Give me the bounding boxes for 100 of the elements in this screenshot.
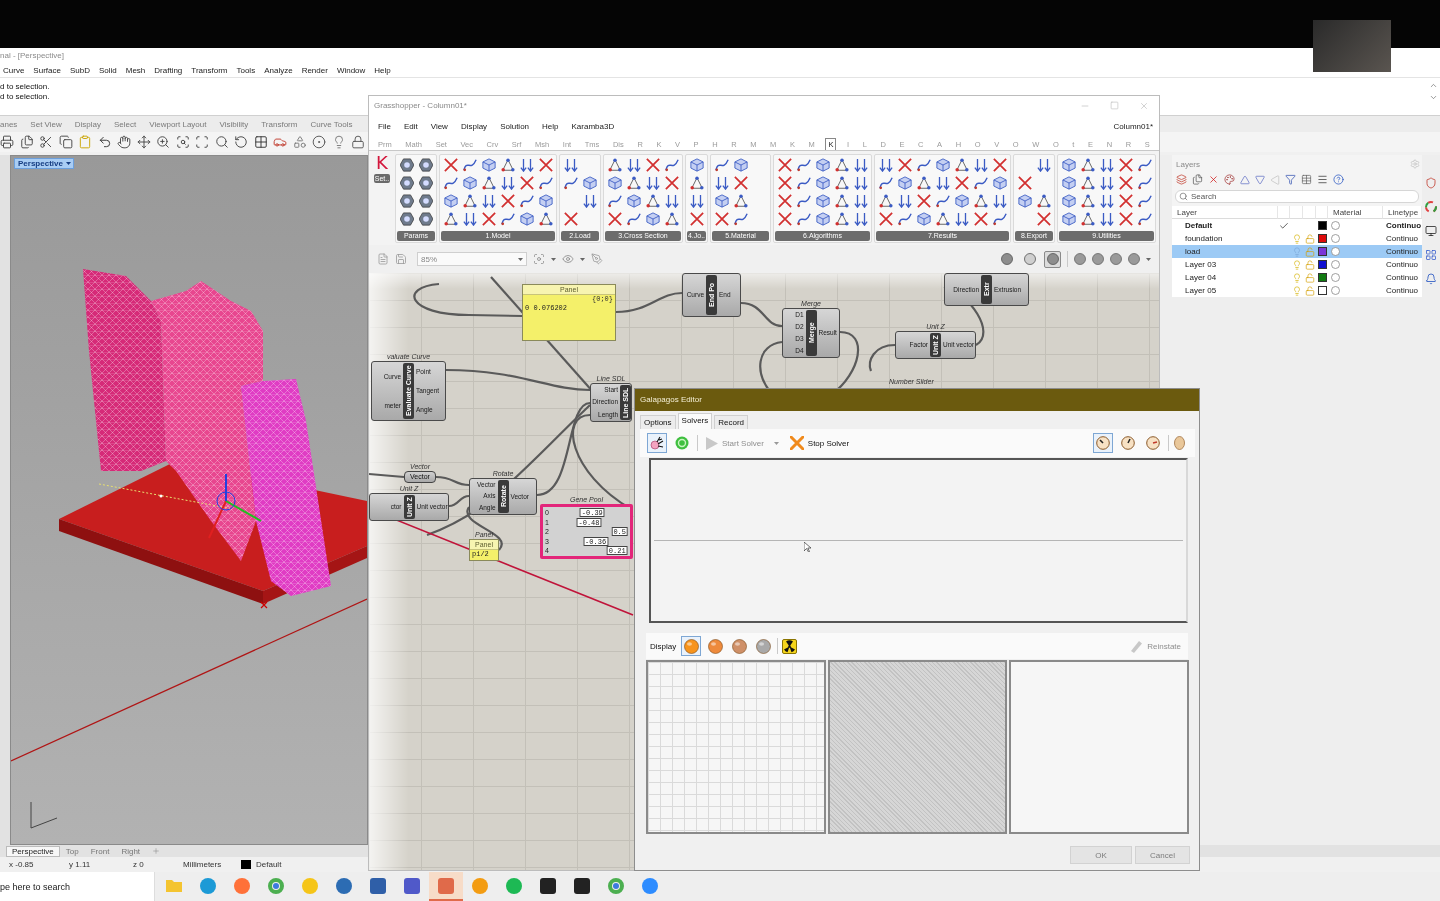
menu-item[interactable]: Curve <box>3 65 25 75</box>
printer-icon[interactable] <box>0 135 14 149</box>
rotate-icon[interactable] <box>234 135 248 149</box>
cross-icon[interactable] <box>563 212 578 226</box>
caret-icon[interactable] <box>551 257 556 261</box>
hexagon-icon[interactable] <box>418 158 433 172</box>
status-text[interactable]: Default <box>256 860 296 869</box>
cube-icon[interactable] <box>481 158 496 172</box>
grid-icon[interactable] <box>1425 249 1437 261</box>
toolbar-tab[interactable]: anes <box>0 119 18 129</box>
help-icon[interactable] <box>1333 174 1344 185</box>
cross-icon[interactable] <box>1118 158 1133 172</box>
network-icon[interactable] <box>733 194 748 208</box>
hexagon-icon[interactable] <box>399 158 414 172</box>
scissors-icon[interactable] <box>39 135 53 149</box>
move-icon[interactable] <box>136 135 151 149</box>
cube-icon[interactable] <box>462 176 477 190</box>
filter-icon[interactable] <box>1285 174 1296 185</box>
color-swatch[interactable] <box>1317 234 1327 243</box>
cross-icon[interactable] <box>1118 212 1133 226</box>
cube-icon[interactable] <box>645 212 660 226</box>
curve-icon[interactable] <box>462 158 477 172</box>
viewport-title[interactable]: Perspective <box>14 158 74 169</box>
toolbar-tab[interactable]: Select <box>114 119 137 129</box>
shapes-icon[interactable] <box>292 135 307 149</box>
arrows-icon[interactable] <box>853 158 868 172</box>
arrows-icon[interactable] <box>935 176 950 190</box>
cross-icon[interactable] <box>777 194 792 208</box>
zoom-field[interactable]: 85% <box>417 252 527 266</box>
tab[interactable]: Solvers <box>677 413 713 429</box>
toolbar-tab[interactable]: Visibility <box>219 119 249 129</box>
hexagon-icon[interactable] <box>399 176 414 190</box>
copy-icon[interactable] <box>58 135 73 149</box>
toolbar-tab[interactable]: Viewport Layout <box>149 119 207 129</box>
cube-icon[interactable] <box>1061 194 1076 208</box>
curve-icon[interactable] <box>500 212 515 226</box>
network-icon[interactable] <box>916 176 931 190</box>
arrows-icon[interactable] <box>481 194 496 208</box>
arrows-icon[interactable] <box>1099 176 1114 190</box>
car-icon[interactable] <box>273 135 287 149</box>
network-icon[interactable] <box>1080 212 1095 226</box>
arrows-icon[interactable] <box>519 158 534 172</box>
search-icon[interactable] <box>1179 192 1188 201</box>
arrows-icon[interactable] <box>582 194 597 208</box>
cube-icon[interactable] <box>815 194 830 208</box>
cross-icon[interactable] <box>992 158 1007 172</box>
cross-icon[interactable] <box>607 212 622 226</box>
curve-icon[interactable] <box>796 194 811 208</box>
cross-icon[interactable] <box>714 212 729 226</box>
palette-icon[interactable] <box>1224 174 1235 185</box>
egg-icon[interactable] <box>1174 436 1185 450</box>
tab[interactable]: Record <box>714 415 749 429</box>
cube-icon[interactable] <box>714 194 729 208</box>
cube-icon[interactable] <box>954 194 969 208</box>
app-icon[interactable] <box>574 877 590 894</box>
network-icon[interactable] <box>645 194 660 208</box>
network-icon[interactable] <box>834 194 849 208</box>
clipboard-icon[interactable] <box>78 135 92 149</box>
toolbar-tab[interactable]: Curve Tools <box>310 119 353 129</box>
hexagon-icon[interactable] <box>399 212 414 226</box>
cross-icon[interactable] <box>538 158 553 172</box>
toolbar-tab[interactable]: Transform <box>261 119 298 129</box>
curve-icon[interactable] <box>1137 212 1152 226</box>
color-swatch[interactable] <box>1317 260 1327 269</box>
color-wheel-icon[interactable] <box>1425 201 1437 213</box>
network-icon[interactable] <box>500 158 515 172</box>
viewport-tab[interactable]: Right <box>115 845 147 857</box>
curve-icon[interactable] <box>1137 158 1152 172</box>
menu-item[interactable]: Edit <box>403 121 418 131</box>
curve-icon[interactable] <box>796 158 811 172</box>
network-icon[interactable] <box>443 212 458 226</box>
cube-icon[interactable] <box>1061 212 1076 226</box>
menu-icon[interactable] <box>1317 174 1328 185</box>
arrows-icon[interactable] <box>1036 158 1051 172</box>
curve-icon[interactable] <box>519 194 534 208</box>
layer-row[interactable]: foundation Continuo <box>1172 232 1422 245</box>
hexagon-icon[interactable] <box>418 176 433 190</box>
cube-icon[interactable] <box>733 158 748 172</box>
cube-icon[interactable] <box>1017 194 1032 208</box>
color-swatch[interactable] <box>1317 286 1327 295</box>
cube-icon[interactable] <box>815 158 830 172</box>
arrows-icon[interactable] <box>954 212 969 226</box>
network-icon[interactable] <box>1080 194 1095 208</box>
hexagon-icon[interactable] <box>418 194 433 208</box>
menu-item[interactable]: Analyze <box>264 65 293 75</box>
curve-icon[interactable] <box>916 158 931 172</box>
viewport-tab[interactable]: Perspective <box>6 845 60 857</box>
curve-icon[interactable] <box>664 158 679 172</box>
curve-icon[interactable] <box>973 176 988 190</box>
app-icon[interactable] <box>540 877 556 894</box>
toolbar-tab[interactable]: Display <box>74 119 102 129</box>
cube-icon[interactable] <box>519 212 534 226</box>
cross-icon[interactable] <box>443 158 458 172</box>
network-icon[interactable] <box>973 194 988 208</box>
network-icon[interactable] <box>1080 176 1095 190</box>
cube-icon[interactable] <box>443 194 458 208</box>
cross-icon[interactable] <box>897 158 912 172</box>
cube-icon[interactable] <box>916 212 931 226</box>
network-icon[interactable] <box>689 176 704 190</box>
files-icon[interactable] <box>1192 174 1203 185</box>
